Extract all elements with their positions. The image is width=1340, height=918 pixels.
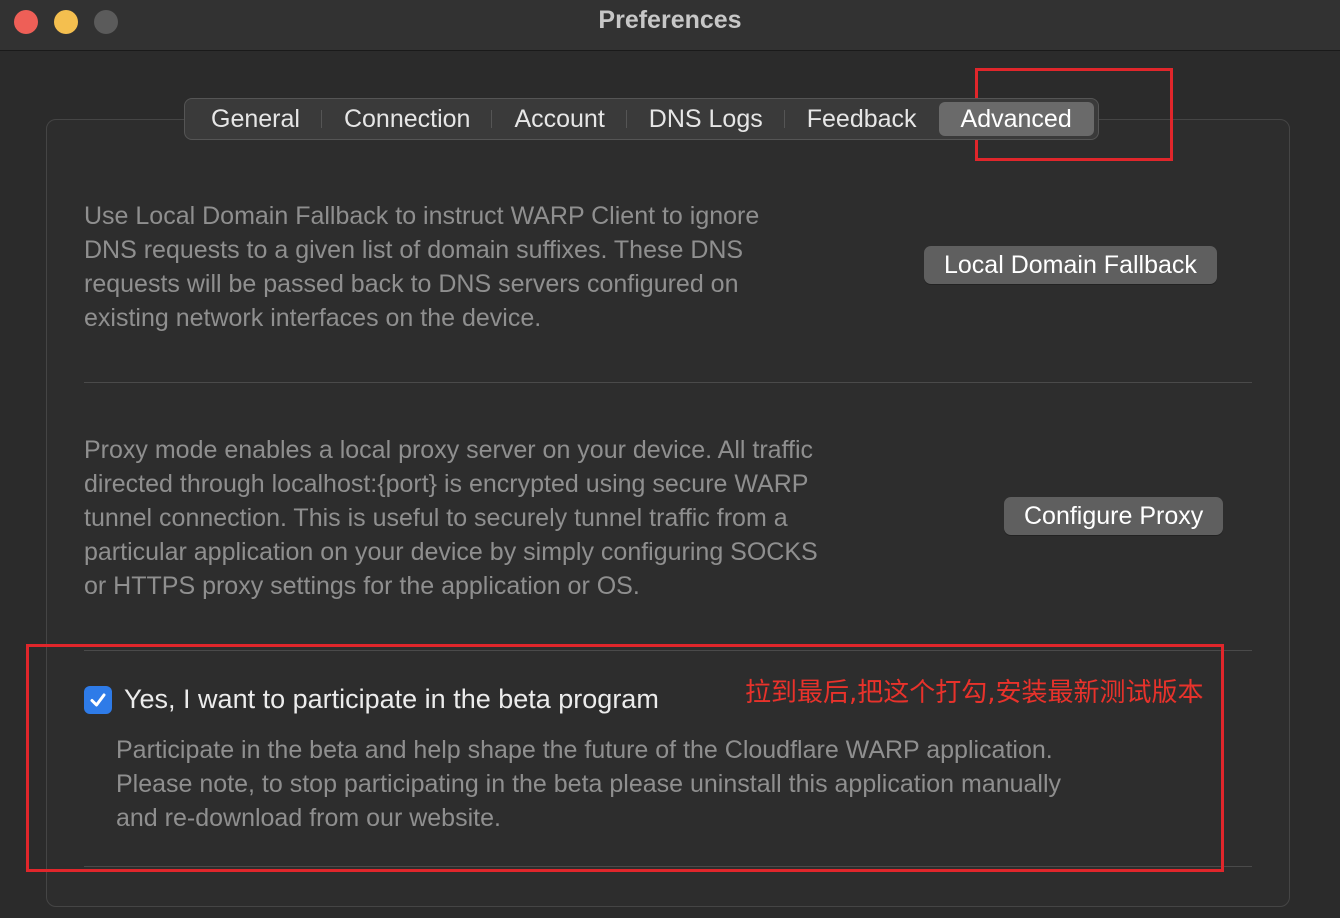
local-domain-fallback-description: Use Local Domain Fallback to instruct WA… xyxy=(84,199,759,335)
tab-advanced[interactable]: Advanced xyxy=(938,102,1094,136)
description-line: Proxy mode enables a local proxy server … xyxy=(84,436,814,464)
tab-general[interactable]: General xyxy=(189,102,322,136)
description-line: or HTTPS proxy settings for the applicat… xyxy=(84,572,640,600)
description-line: tunnel connection. This is useful to sec… xyxy=(84,504,788,532)
tab-bar: General Connection Account DNS Logs Feed… xyxy=(184,98,1099,140)
tab-account[interactable]: Account xyxy=(492,102,628,136)
title-bar: Preferences xyxy=(0,0,1340,51)
tab-feedback[interactable]: Feedback xyxy=(785,102,939,136)
proxy-description: Proxy mode enables a local proxy server … xyxy=(84,433,818,603)
tab-connection[interactable]: Connection xyxy=(322,102,493,136)
description-line: Use Local Domain Fallback to instruct WA… xyxy=(84,202,760,230)
description-line: DNS requests to a given list of domain s… xyxy=(84,236,744,264)
description-line: particular application on your device by… xyxy=(84,538,818,566)
window-title: Preferences xyxy=(598,6,742,34)
description-line: directed through localhost:{port} is enc… xyxy=(84,470,809,498)
local-domain-fallback-button[interactable]: Local Domain Fallback xyxy=(924,246,1217,284)
description-line: existing network interfaces on the devic… xyxy=(84,304,542,332)
tab-dns-logs[interactable]: DNS Logs xyxy=(627,102,785,136)
section-divider xyxy=(84,382,1252,383)
annotation-text: 拉到最后,把这个打勾,安装最新测试版本 xyxy=(745,678,1204,708)
configure-proxy-button[interactable]: Configure Proxy xyxy=(1004,497,1224,535)
description-line: requests will be passed back to DNS serv… xyxy=(84,270,739,298)
